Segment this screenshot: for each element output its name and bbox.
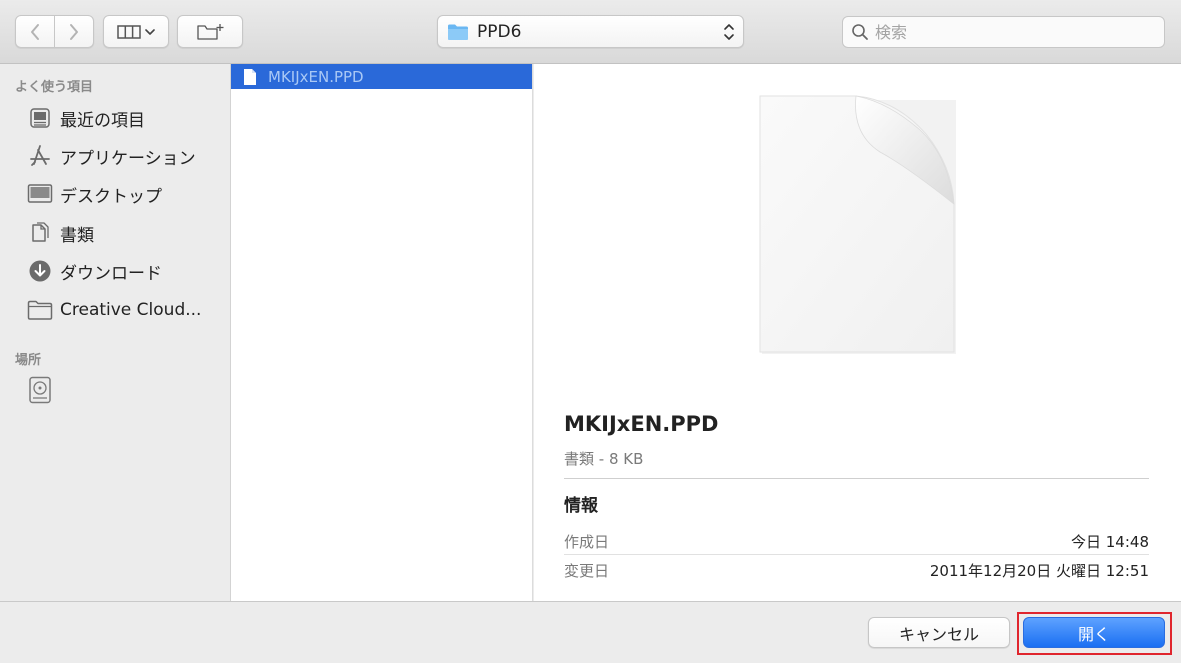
sidebar-item-label: 最近の項目	[60, 110, 145, 131]
info-key: 作成日	[564, 533, 610, 551]
search-icon	[852, 24, 868, 40]
sidebar-item-creative-cloud[interactable]: Creative Cloud...	[27, 295, 217, 325]
document-preview-icon	[759, 95, 956, 354]
sidebar-item-label: Creative Cloud...	[60, 300, 202, 320]
back-button[interactable]	[16, 16, 54, 47]
view-mode-button[interactable]	[103, 15, 169, 48]
chevron-right-icon	[70, 23, 78, 40]
info-key: 変更日	[564, 562, 610, 580]
sidebar-item-recents[interactable]: 最近の項目	[27, 103, 217, 133]
sidebar-item-documents[interactable]: 書類	[27, 218, 217, 248]
sidebar-item-label: アプリケーション	[60, 148, 196, 169]
preview-file-name: MKIJxEN.PPD	[564, 412, 719, 436]
toolbar: PPD6	[0, 0, 1181, 64]
navigation-buttons	[15, 15, 94, 48]
divider	[564, 554, 1149, 555]
document-icon	[244, 68, 256, 85]
sidebar-item-desktop[interactable]: デスクトップ	[27, 179, 217, 209]
new-folder-button[interactable]	[177, 15, 243, 48]
sidebar-item-downloads[interactable]: ダウンロード	[27, 256, 217, 286]
hard-drive-icon	[27, 376, 53, 404]
search-input[interactable]	[875, 22, 1145, 42]
file-name: MKIJxEN.PPD	[268, 67, 364, 86]
updown-chevron-icon	[724, 24, 734, 40]
sidebar-item-label: ダウンロード	[60, 263, 162, 284]
downloads-icon	[27, 258, 53, 284]
new-folder-icon	[197, 23, 224, 40]
info-row-modified: 変更日 2011年12月20日 火曜日 12:51	[564, 556, 1149, 585]
info-value: 今日 14:48	[1071, 533, 1149, 551]
sidebar-item-label: 書類	[60, 225, 94, 246]
file-row-selected[interactable]: MKIJxEN.PPD	[231, 64, 532, 89]
sidebar: よく使う項目 最近の項目 アプリケーション デスクトップ 書類 ダウンロード C…	[0, 64, 231, 601]
applications-icon	[27, 143, 53, 169]
sidebar-item-applications[interactable]: アプリケーション	[27, 141, 217, 171]
folder-icon	[448, 24, 468, 40]
bottom-bar: キャンセル 開く	[0, 601, 1181, 663]
divider	[564, 478, 1149, 479]
favorites-section-title: よく使う項目	[15, 80, 94, 95]
preview-pane: MKIJxEN.PPD 書類 - 8 KB 情報 作成日 今日 14:48 変更…	[534, 64, 1181, 601]
info-section-title: 情報	[564, 496, 598, 516]
sidebar-item-hard-drive[interactable]	[27, 375, 217, 405]
file-list-column: MKIJxEN.PPD	[231, 64, 533, 601]
recents-icon	[27, 105, 53, 131]
open-button[interactable]: 開く	[1023, 617, 1165, 648]
chevron-down-icon	[145, 28, 155, 35]
forward-button[interactable]	[54, 16, 93, 47]
columns-view-icon	[117, 24, 141, 39]
path-popup[interactable]: PPD6	[437, 15, 744, 48]
desktop-icon	[27, 181, 53, 207]
sidebar-item-label: デスクトップ	[60, 186, 162, 207]
documents-icon	[27, 220, 53, 246]
folder-icon	[27, 297, 53, 323]
info-value: 2011年12月20日 火曜日 12:51	[929, 562, 1149, 580]
locations-section-title: 場所	[15, 353, 42, 368]
path-folder-name: PPD6	[477, 21, 522, 42]
cancel-button[interactable]: キャンセル	[868, 617, 1010, 648]
chevron-left-icon	[31, 23, 39, 40]
info-row-created: 作成日 今日 14:48	[564, 527, 1149, 556]
preview-kind-size: 書類 - 8 KB	[564, 450, 644, 468]
search-field[interactable]	[842, 16, 1165, 48]
